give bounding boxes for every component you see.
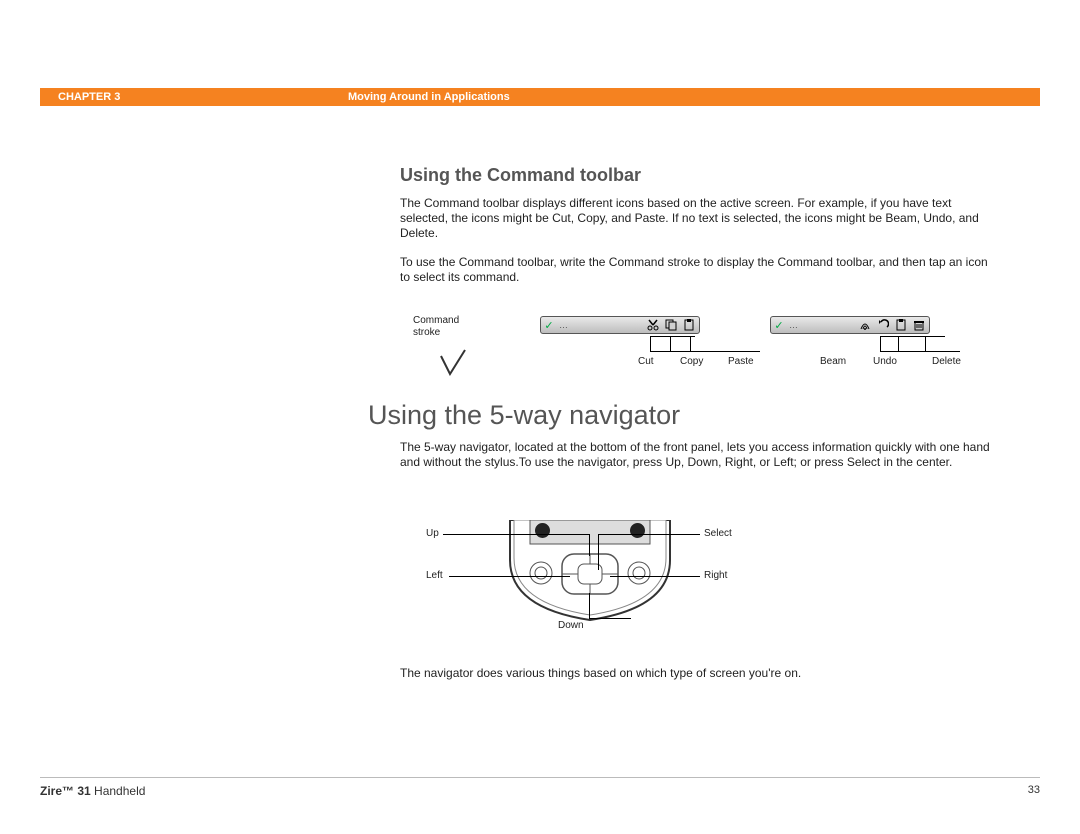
footer-separator (40, 777, 1040, 778)
device-illustration (500, 520, 680, 626)
label-beam: Beam (820, 356, 846, 367)
para-command-toolbar-1: The Command toolbar displays different i… (400, 196, 990, 241)
section-command-toolbar: Using the Command toolbar The Command to… (400, 165, 990, 299)
paste-icon (895, 319, 907, 331)
beam-icon (859, 319, 871, 331)
check-icon: ✓ (771, 319, 787, 332)
heading-command-toolbar: Using the Command toolbar (400, 165, 990, 186)
label-paste: Paste (728, 356, 754, 367)
label-copy: Copy (680, 356, 703, 367)
label-up: Up (426, 528, 439, 539)
footer-product: Zire™ 31 Handheld (40, 784, 145, 798)
label-delete: Delete (932, 356, 961, 367)
footer-page-number: 33 (1028, 784, 1040, 796)
toolbar-separator: … (557, 320, 647, 330)
label-select: Select (704, 528, 732, 539)
cut-icon (647, 319, 659, 331)
chapter-title: Moving Around in Applications (348, 91, 510, 103)
chapter-header-bar: CHAPTER 3 Moving Around in Applications (40, 88, 1040, 106)
check-icon: ✓ (541, 319, 557, 332)
label-undo: Undo (873, 356, 897, 367)
page: CHAPTER 3 Moving Around in Applications … (0, 0, 1080, 834)
heading-5way: Using the 5-way navigator (368, 400, 680, 431)
chapter-label: CHAPTER 3 (58, 91, 348, 103)
label-left: Left (426, 570, 443, 581)
paste-icon (683, 319, 695, 331)
section-5way-body: The 5-way navigator, located at the bott… (400, 440, 990, 484)
delete-icon (913, 319, 925, 331)
label-command-stroke-1: Command (413, 315, 459, 326)
toolbar-separator: … (787, 320, 859, 330)
copy-icon (665, 319, 677, 331)
label-cut: Cut (638, 356, 654, 367)
command-toolbar-text-selected: ✓ … (540, 316, 700, 334)
label-command-stroke-2: stroke (413, 327, 440, 338)
label-right: Right (704, 570, 727, 581)
para-command-toolbar-2: To use the Command toolbar, write the Co… (400, 255, 990, 285)
undo-icon (877, 319, 889, 331)
footer-product-bold: Zire™ 31 (40, 784, 91, 798)
footer-product-rest: Handheld (91, 784, 146, 798)
label-down: Down (558, 620, 584, 631)
command-toolbar-no-selection: ✓ … (770, 316, 930, 334)
para-5way-1: The 5-way navigator, located at the bott… (400, 440, 990, 470)
para-5way-2: The navigator does various things based … (400, 666, 990, 681)
command-stroke-icon (439, 348, 467, 376)
